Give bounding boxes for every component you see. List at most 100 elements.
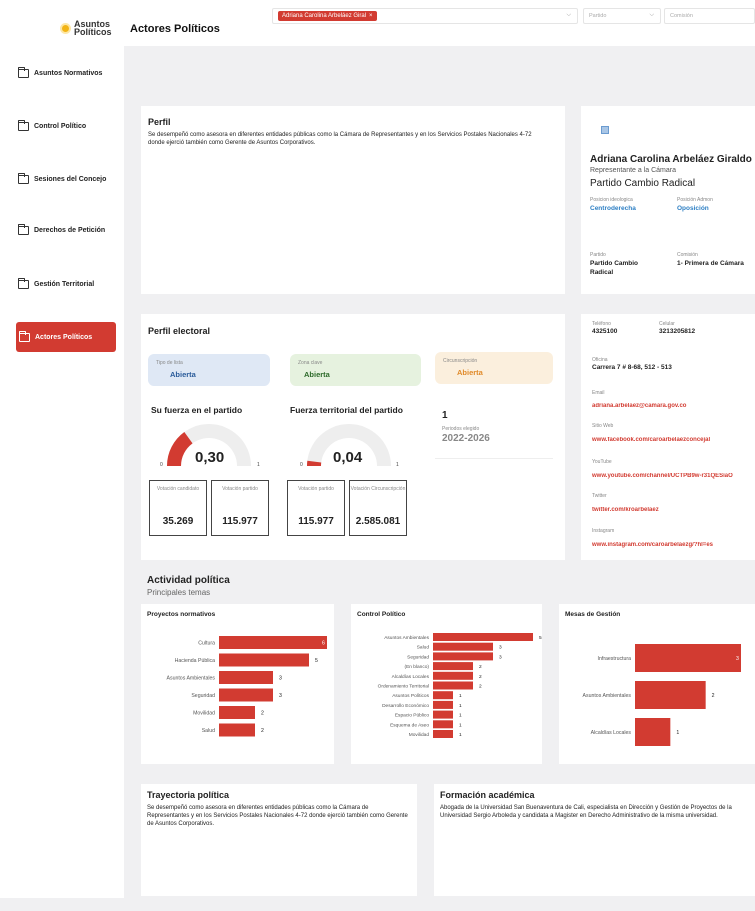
bar-value-label: 1 <box>459 732 462 738</box>
bar[interactable] <box>433 671 473 680</box>
management-tables-chart: Infraestructura 3 Asuntos Ambientales 2 Alca… <box>583 644 741 746</box>
periods-value: 2022-2026 <box>442 433 490 444</box>
gauge1-value: 0,30 <box>195 449 225 466</box>
key-zone-value: Abierta <box>304 370 330 379</box>
folder-icon <box>18 66 29 78</box>
folder-icon <box>19 330 30 342</box>
bar[interactable] <box>433 691 453 700</box>
bar[interactable] <box>433 720 453 729</box>
list-type-label: Tipo de lista <box>156 360 183 366</box>
chevron-down-icon[interactable]: ⌵ <box>566 12 571 19</box>
key-zone-label: Zona clave <box>298 360 323 366</box>
cell-value: 3213205812 <box>659 328 696 335</box>
app-logo[interactable]: Asuntos Políticos <box>60 20 112 37</box>
chart-card-normativos: Proyectos normativos Cultura 6 Hacienda Pú… <box>141 604 334 764</box>
actor-filter[interactable]: Adriana Carolina Arbeláez Giral × ⌵ <box>272 8 578 24</box>
sidebar-item-label: Gestión Territorial <box>34 280 95 288</box>
bar[interactable] <box>635 644 741 672</box>
person-party: Partido Cambio Radical <box>590 178 696 189</box>
bar[interactable] <box>219 706 255 719</box>
bar-category-label: Asuntos Ambientales <box>167 676 216 682</box>
periods-count: 1 <box>442 410 448 421</box>
bar-value-label: 2 <box>479 664 482 670</box>
commission-value: 1- Primera de Cámara <box>677 260 744 267</box>
sidebar-item-gestion-territorial[interactable]: Gestión Territorial <box>18 269 116 299</box>
bar[interactable] <box>433 652 493 661</box>
sidebar-item-label: Actores Políticos <box>35 333 93 341</box>
office-value: Carrera 7 # 8-68, 512 - 513 <box>592 364 672 371</box>
bar[interactable] <box>219 688 273 702</box>
bar[interactable] <box>635 681 706 709</box>
gauge2-value: 0,04 <box>333 449 363 466</box>
sidebar-item-label: Sesiones del Concejo <box>34 175 107 183</box>
trajectory-text: Se desempeñó como asesora en diferentes … <box>147 805 408 827</box>
person-card: Adriana Carolina Arbeláez Giraldo Repres… <box>581 106 755 294</box>
sidebar-item-actores-politicos[interactable]: Actores Políticos <box>16 322 116 352</box>
sidebar-item-asuntos-normativos[interactable]: Asuntos Normativos <box>18 58 116 88</box>
bar-value-label: 5 <box>315 658 318 664</box>
person-name: Adriana Carolina Arbeláez Giraldo <box>590 154 752 165</box>
bar-value-label: 3 <box>279 693 282 699</box>
bar-category-label: Movilidad <box>409 732 430 738</box>
bar[interactable] <box>219 723 255 737</box>
youtube-label: YouTube <box>592 459 612 465</box>
sidebar-item-label: Derechos de Petición <box>34 226 106 234</box>
education-card: Formación académica Abogada de la Univer… <box>434 784 755 896</box>
sidebar-item-label: Asuntos Normativos <box>34 69 103 77</box>
folder-icon <box>18 223 29 235</box>
commission-filter-placeholder: Comisión <box>670 13 693 19</box>
bar-category-label: Esquema de Aseo <box>390 722 429 728</box>
phone-value: 4325100 <box>592 328 618 335</box>
bar-value-label: 1 <box>459 693 462 699</box>
party-filter[interactable]: Partido ⌵ <box>583 8 661 24</box>
contact-card: Teléfono 4325100 Celular 3213205812 Ofic… <box>581 314 755 560</box>
bar-category-label: Espacio Público <box>395 713 429 719</box>
bar[interactable] <box>219 636 327 649</box>
profile-text: Se desempeñó como asesora en diferentes … <box>148 132 532 146</box>
bar-value-label: 2 <box>261 711 264 717</box>
chevron-down-icon[interactable]: ⌵ <box>649 12 654 19</box>
sidebar: Asuntos Políticos Asuntos Normativos Con… <box>0 0 124 898</box>
bar-category-label: Seguridad <box>407 654 429 660</box>
stat-party-votes-territorial: Votación partido 115.977 <box>287 480 345 536</box>
sidebar-item-sesiones[interactable]: Sesiones del Concejo <box>18 164 116 194</box>
sidebar-item-derechos-peticion[interactable]: Derechos de Petición <box>18 215 116 245</box>
ideology-value: Centroderecha <box>590 205 636 212</box>
ideology-label: Posicion ideologica <box>590 197 633 203</box>
bar-value-label: 2 <box>261 728 264 734</box>
sidebar-item-control-politico[interactable]: Control Político <box>18 111 116 141</box>
logo-icon <box>60 22 71 34</box>
bar[interactable] <box>433 662 473 671</box>
commission-filter[interactable]: Comisión <box>664 8 755 24</box>
profile-card: Perfil Se desempeñó como asesora en dife… <box>141 106 565 294</box>
folder-icon <box>18 119 29 131</box>
bar[interactable] <box>219 671 273 684</box>
bar[interactable] <box>219 653 309 667</box>
periods-label: Periodos elegido <box>442 426 480 432</box>
email-link[interactable]: adriana.arbelaez@camara.gov.co <box>592 403 752 409</box>
youtube-link[interactable]: www.youtube.com/channel/UCTPB9w-r31QESia… <box>592 473 755 479</box>
website-link[interactable]: www.facebook.com/caroarbelaezconcejal <box>592 437 752 443</box>
district-pill: Circunscripción Abierta <box>435 352 553 384</box>
bar[interactable] <box>433 710 453 719</box>
bar-category-label: (En blanco) <box>404 664 429 670</box>
commission-label: Comisión <box>677 252 698 258</box>
bar-category-label: Salud <box>417 645 430 651</box>
instagram-link[interactable]: www.instagram.com/caroarbelaezg/?hl=es <box>592 542 752 548</box>
stat-candidate-votes: Votación candidato 35.269 <box>149 480 207 536</box>
bar[interactable] <box>433 730 453 738</box>
bar[interactable] <box>635 718 671 746</box>
twitter-link[interactable]: twitter.com/kroarbelaez <box>592 507 752 513</box>
bar-value-label: 3 <box>736 656 739 662</box>
bar[interactable] <box>433 642 493 651</box>
logo-line2: Políticos <box>74 27 112 37</box>
close-icon[interactable]: × <box>369 13 373 19</box>
bar[interactable] <box>433 700 453 709</box>
bar[interactable] <box>433 633 533 641</box>
bar[interactable] <box>433 681 473 690</box>
selected-actor-chip[interactable]: Adriana Carolina Arbeláez Giral × <box>278 11 377 21</box>
bar-value-label: 1 <box>459 713 462 719</box>
key-zone-pill: Zona clave Abierta <box>290 354 421 386</box>
twitter-label: Twitter <box>592 493 607 499</box>
cell-label: Celular <box>659 321 675 327</box>
